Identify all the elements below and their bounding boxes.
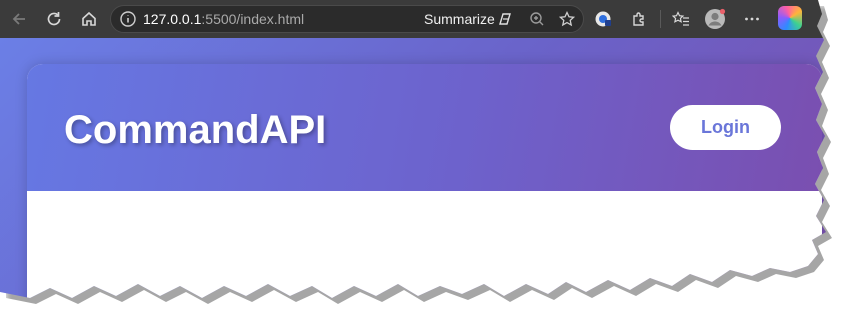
- extensions-icon[interactable]: [628, 8, 650, 30]
- info-icon[interactable]: [119, 10, 137, 28]
- url-path: :5500/index.html: [201, 11, 305, 27]
- back-icon[interactable]: [8, 8, 30, 30]
- favorites-icon[interactable]: [670, 8, 692, 30]
- url-text[interactable]: 127.0.0.1:5500/index.html: [143, 11, 304, 27]
- extension-badge-icon[interactable]: [592, 8, 614, 30]
- zoom-icon[interactable]: [527, 9, 547, 29]
- copilot-icon[interactable]: [778, 6, 802, 30]
- summarize-button[interactable]: Summarize: [424, 11, 495, 27]
- summarize-icon[interactable]: [495, 9, 515, 29]
- profile-icon[interactable]: [704, 8, 726, 30]
- url-host: 127.0.0.1: [143, 11, 202, 27]
- page-background: CommandAPI Login: [0, 38, 826, 298]
- favorite-star-icon[interactable]: [557, 9, 577, 29]
- site-header: CommandAPI Login: [27, 64, 822, 191]
- browser-toolbar: 127.0.0.1:5500/index.html Summarize: [0, 0, 826, 38]
- login-button[interactable]: Login: [670, 105, 781, 150]
- toolbar-divider: [660, 10, 661, 28]
- address-bar[interactable]: 127.0.0.1:5500/index.html Summarize: [110, 5, 584, 33]
- summarize-label: Summarize: [424, 11, 495, 27]
- more-icon[interactable]: [741, 8, 763, 30]
- brand-title: CommandAPI: [64, 108, 327, 152]
- home-icon[interactable]: [78, 8, 100, 30]
- screenshot-frame: 127.0.0.1:5500/index.html Summarize Comm…: [0, 0, 826, 298]
- main-card: CommandAPI Login: [27, 64, 822, 298]
- reload-icon[interactable]: [43, 8, 65, 30]
